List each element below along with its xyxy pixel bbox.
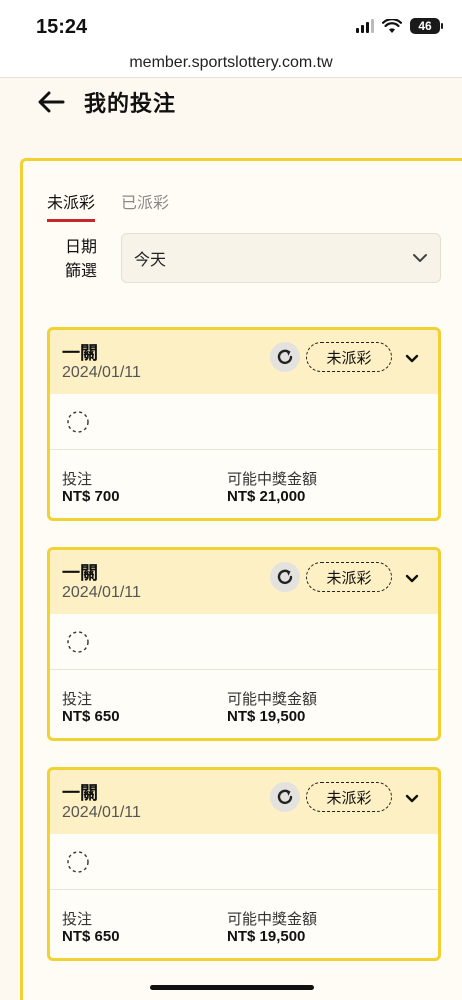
bet-card-header: 一關 2024/01/11 未派彩	[50, 330, 438, 394]
bet-type: 一關	[62, 783, 98, 804]
payout-value: NT$ 21,000	[227, 488, 306, 505]
payout-label: 可能中獎金額	[227, 690, 318, 708]
bet-card: 一關 2024/01/11 未派彩 投注 NT$ 700 可能中獎金額 NT$ …	[47, 327, 441, 521]
signal-icon	[356, 19, 374, 33]
stake-value: NT$ 700	[62, 488, 120, 505]
expand-button[interactable]	[402, 568, 422, 588]
expand-button[interactable]	[402, 348, 422, 368]
status-badge: 未派彩	[306, 342, 392, 372]
date-filter-select[interactable]: 今天	[121, 233, 441, 283]
chevron-down-icon	[405, 794, 419, 802]
payout-label: 可能中獎金額	[227, 470, 318, 488]
stake-label: 投注	[62, 690, 93, 708]
status-icons: 46	[356, 18, 443, 34]
back-arrow-icon[interactable]	[36, 87, 66, 117]
bet-card: 一關 2024/01/11 未派彩 投注 NT$ 650 可能中獎金額 NT$ …	[47, 767, 441, 961]
status-badge: 未派彩	[306, 782, 392, 812]
page-header: 我的投注	[36, 86, 176, 118]
date-filter-label: 日期 篩選	[64, 237, 97, 280]
tab-settled[interactable]: 已派彩	[121, 189, 169, 222]
stake-value: NT$ 650	[62, 928, 120, 945]
bet-card: 一關 2024/01/11 未派彩 投注 NT$ 650 可能中獎金額 NT$ …	[47, 547, 441, 741]
url-bar[interactable]: member.sportslottery.com.tw	[0, 52, 462, 78]
bet-card-header: 一關 2024/01/11 未派彩	[50, 770, 438, 834]
refresh-icon	[277, 349, 293, 365]
payout-value: NT$ 19,500	[227, 928, 306, 945]
tab-unsettled[interactable]: 未派彩	[47, 189, 96, 222]
refresh-icon	[277, 569, 293, 585]
chevron-down-icon	[405, 574, 419, 582]
expand-button[interactable]	[402, 788, 422, 808]
bet-date: 2024/01/11	[62, 804, 141, 821]
bet-type: 一關	[62, 343, 98, 364]
refresh-icon	[277, 789, 293, 805]
bet-card-footer: 投注 NT$ 700 可能中獎金額 NT$ 21,000	[50, 450, 438, 518]
bet-date: 2024/01/11	[62, 364, 141, 381]
stake-label: 投注	[62, 910, 93, 928]
bet-type: 一關	[62, 563, 98, 584]
refresh-button[interactable]	[270, 782, 300, 812]
bet-card-footer: 投注 NT$ 650 可能中獎金額 NT$ 19,500	[50, 890, 438, 958]
battery-icon: 46	[410, 18, 443, 34]
refresh-button[interactable]	[270, 342, 300, 372]
status-bar: 15:24 46	[0, 0, 462, 52]
bet-card-body	[50, 394, 438, 450]
date-filter-value: 今天	[134, 250, 167, 269]
stake-value: NT$ 650	[62, 708, 120, 725]
stake-label: 投注	[62, 470, 93, 488]
bet-card-footer: 投注 NT$ 650 可能中獎金額 NT$ 19,500	[50, 670, 438, 738]
loading-icon	[67, 411, 89, 433]
tabs: 未派彩 已派彩	[47, 189, 169, 222]
refresh-button[interactable]	[270, 562, 300, 592]
wifi-icon	[382, 18, 402, 33]
page-title: 我的投注	[84, 92, 177, 117]
bet-date: 2024/01/11	[62, 584, 141, 601]
bets-panel: 未派彩 已派彩 日期 篩選 今天 一關 2024/01/11 未派彩 投注 NT…	[20, 158, 462, 1000]
loading-icon	[67, 631, 89, 653]
bet-card-body	[50, 834, 438, 890]
chevron-down-icon	[413, 254, 427, 262]
loading-icon	[67, 851, 89, 873]
bet-card-body	[50, 614, 438, 670]
home-indicator	[150, 985, 314, 990]
payout-label: 可能中獎金額	[227, 910, 318, 928]
status-time: 15:24	[36, 16, 88, 38]
chevron-down-icon	[405, 354, 419, 362]
bet-card-header: 一關 2024/01/11 未派彩	[50, 550, 438, 614]
status-badge: 未派彩	[306, 562, 392, 592]
payout-value: NT$ 19,500	[227, 708, 306, 725]
